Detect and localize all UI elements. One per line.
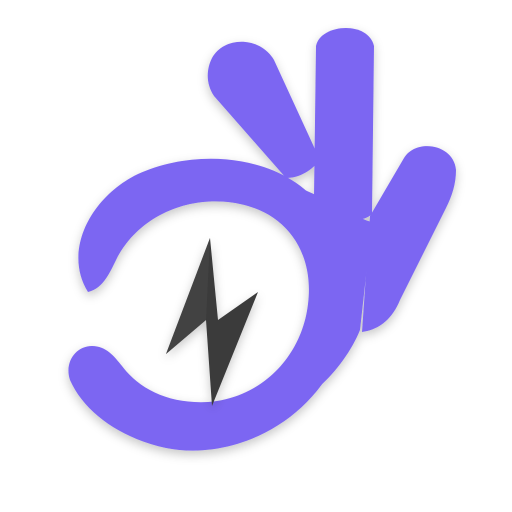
middle-finger-shape xyxy=(314,27,374,221)
index-finger-shape xyxy=(207,41,320,178)
lightning-bolt-icon xyxy=(166,238,258,406)
hand-shape xyxy=(68,27,456,451)
app-icon-canvas xyxy=(0,0,512,512)
ok-hand-lightning-icon xyxy=(68,27,456,451)
ring-finger-shape xyxy=(362,146,456,332)
lightning-bolt-highlight xyxy=(166,238,210,354)
